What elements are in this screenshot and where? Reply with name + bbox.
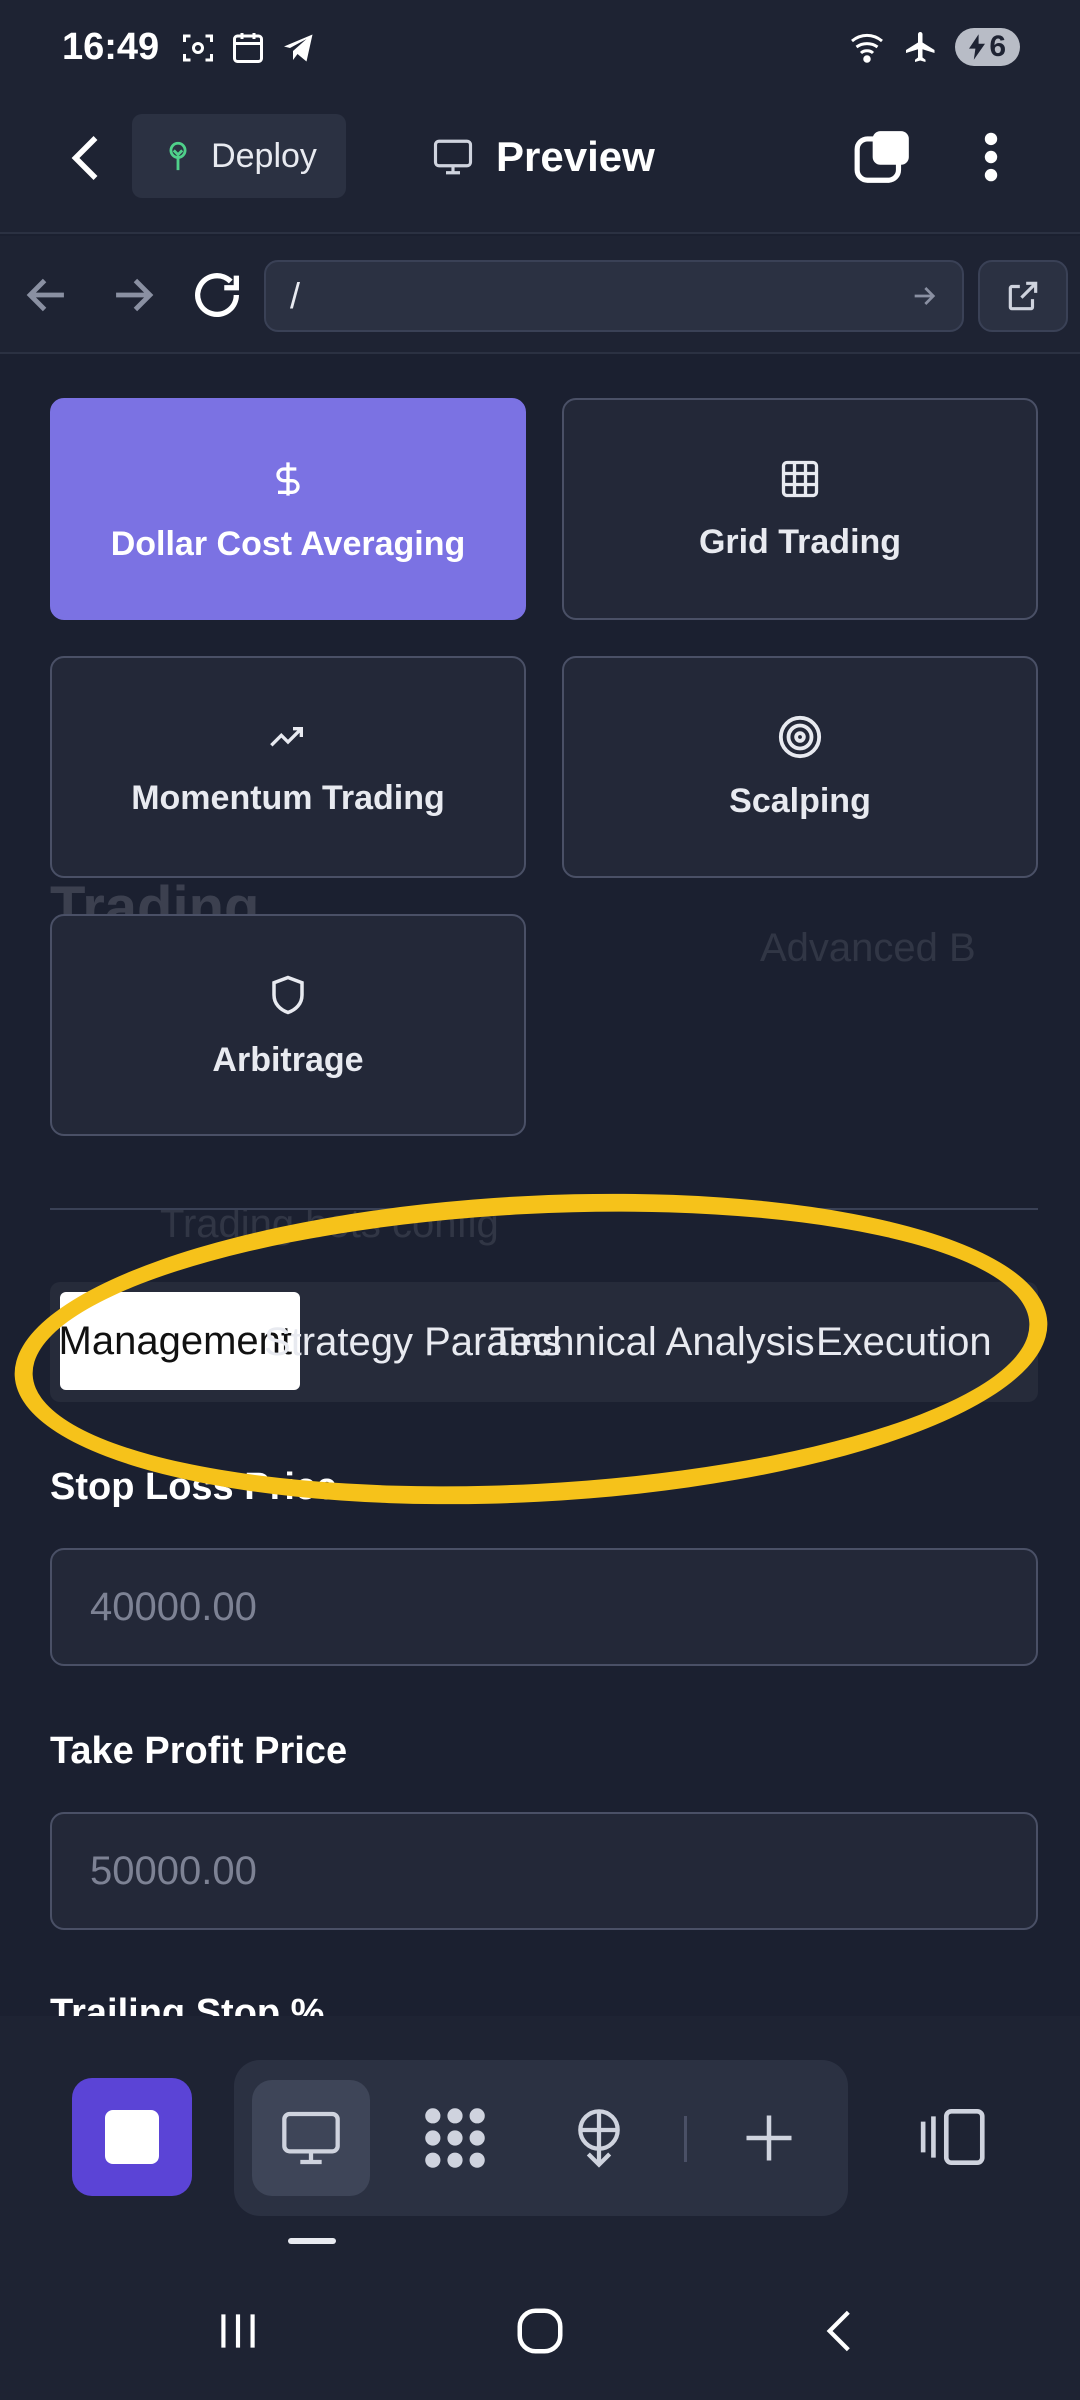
page-content: Trading Advanced B Trading bots config D…	[0, 356, 1080, 2016]
tab-label: Execution	[816, 1319, 992, 1364]
ghost-button: Advanced B	[760, 926, 976, 970]
system-back-button[interactable]	[800, 2296, 880, 2366]
apps-button[interactable]	[396, 2080, 514, 2196]
stop-loss-label: Stop Loss Price	[50, 1466, 338, 1508]
app-bar: Deploy Preview	[0, 100, 1080, 234]
strategy-card-arbitrage[interactable]: Arbitrage	[50, 914, 526, 1136]
browser-forward-button[interactable]	[104, 266, 162, 324]
strategy-label: Arbitrage	[212, 1040, 364, 1079]
monitor-icon	[433, 139, 473, 175]
wifi-icon	[851, 33, 884, 63]
trailing-stop-label: Trailing Stop %	[50, 1992, 325, 2016]
take-profit-label: Take Profit Price	[50, 1730, 348, 1772]
deploy-tree-icon	[169, 141, 187, 171]
url-bar: /	[0, 236, 1080, 354]
go-arrow-icon[interactable]	[908, 280, 940, 312]
arrow-right-icon	[116, 278, 154, 312]
chevron-left-icon	[826, 2310, 850, 2352]
active-view-indicator	[288, 2238, 336, 2244]
take-profit-input[interactable]: 50000.00	[50, 1812, 1038, 1930]
chevron-left-icon	[71, 136, 98, 180]
airplane-icon	[906, 32, 935, 62]
strategy-label: Dollar Cost Averaging	[110, 524, 466, 563]
dollar-icon	[276, 461, 300, 496]
browser-back-button[interactable]	[18, 266, 76, 324]
url-text: /	[290, 275, 301, 316]
section-divider	[50, 1208, 1038, 1210]
strategy-card-scalping[interactable]: Scalping	[562, 656, 1038, 878]
tabs-switcher-button[interactable]	[852, 126, 914, 188]
stop-loss-input[interactable]: 40000.00	[50, 1548, 1038, 1666]
external-link-icon	[1008, 281, 1038, 311]
back-button[interactable]	[58, 128, 118, 188]
add-button[interactable]	[710, 2080, 828, 2196]
url-input[interactable]: /	[264, 260, 964, 332]
panel-toggle-button[interactable]	[906, 2078, 1002, 2196]
deploy-label: Deploy	[211, 136, 317, 175]
more-vertical-icon	[984, 132, 998, 182]
stop-icon	[105, 2110, 159, 2164]
tabs-icon	[854, 131, 909, 183]
open-external-button[interactable]	[978, 260, 1068, 332]
grid-icon	[781, 460, 819, 497]
monitor-icon	[282, 2111, 340, 2165]
plus-icon	[746, 2115, 792, 2161]
status-bar: 16:49 6	[0, 0, 1080, 100]
tab-execution[interactable]: Execution	[816, 1282, 992, 1402]
bottom-toolbar	[0, 2016, 1080, 2256]
reload-button[interactable]	[188, 266, 246, 324]
arrow-left-icon	[26, 278, 64, 312]
charging-icon	[969, 34, 986, 60]
preview-label: Preview	[496, 133, 655, 180]
parachute-deploy-icon	[578, 2109, 620, 2168]
deploy-button[interactable]: Deploy	[132, 114, 346, 198]
status-time: 16:49	[62, 26, 160, 68]
system-navigation-bar	[0, 2256, 1080, 2400]
target-icon	[778, 715, 822, 758]
strategy-card-grid[interactable]: Grid Trading	[562, 398, 1038, 620]
shield-icon	[272, 975, 304, 1014]
strategy-card-dca[interactable]: Dollar Cost Averaging	[50, 398, 526, 620]
preview-tab[interactable]: Preview	[430, 122, 655, 192]
home-icon	[517, 2308, 563, 2354]
home-button[interactable]	[500, 2296, 580, 2366]
desktop-view-button[interactable]	[252, 2080, 370, 2196]
dots-cluster-icon	[425, 2108, 485, 2168]
stop-button[interactable]	[72, 2078, 192, 2196]
strategy-label: Momentum Trading	[131, 778, 445, 817]
config-tab-list: Risk Management Strategy Params Technica…	[50, 1282, 1038, 1402]
tab-technical-analysis[interactable]: Technical Analysis	[490, 1282, 815, 1402]
view-switcher	[234, 2060, 848, 2216]
recent-apps-button[interactable]	[198, 2296, 278, 2366]
recents-icon	[221, 2314, 255, 2348]
tab-label: Risk Management	[50, 1318, 292, 1363]
more-options-button[interactable]	[968, 126, 1014, 188]
calendar-icon	[233, 33, 263, 63]
reload-icon	[195, 273, 239, 317]
strategy-label: Scalping	[729, 781, 871, 820]
side-panel-icon	[920, 2108, 985, 2166]
trending-up-icon	[270, 726, 303, 747]
deploy-tool-button[interactable]	[540, 2080, 658, 2196]
strategy-label: Grid Trading	[698, 522, 902, 561]
telegram-icon	[284, 34, 313, 62]
battery-indicator: 6	[955, 28, 1020, 66]
toolbar-separator	[684, 2116, 687, 2162]
strategy-card-momentum[interactable]: Momentum Trading	[50, 656, 526, 878]
tab-label: Technical Analysis	[490, 1319, 815, 1364]
screenshot-icon	[183, 34, 213, 62]
